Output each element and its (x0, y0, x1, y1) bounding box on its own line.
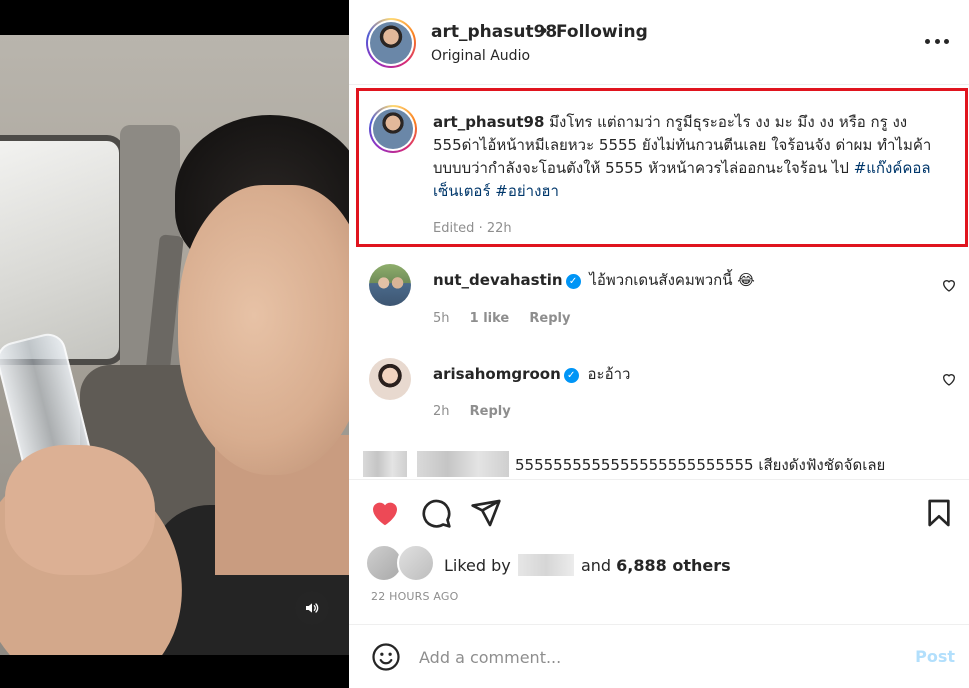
comment-like-heart-icon[interactable] (941, 371, 957, 387)
comment-text: ไอ้พวกเดนสังคมพวกนี้ 😂 (589, 271, 755, 289)
header-separator: • (539, 22, 550, 42)
video-car-window (0, 135, 125, 365)
comment-meta: 5h 1 like Reply (433, 311, 586, 326)
comment-username[interactable]: arisahomgroon (433, 365, 561, 383)
post-actions: Liked by and 6,888 others 22 HOURS AGO (349, 479, 969, 611)
post-comment-button[interactable]: Post (915, 647, 955, 666)
emoji-icon[interactable] (371, 642, 401, 672)
volume-icon (306, 603, 319, 613)
comment-username[interactable]: nut_devahastin (433, 271, 563, 289)
liker-avatar (397, 544, 435, 582)
mute-button[interactable] (295, 591, 329, 625)
meta-separator: · (478, 221, 483, 236)
caption-text: art_phasut98 มึงโทร แต่ถามว่า กรูมีธุระอ… (433, 111, 953, 203)
blurred-liker-name (517, 554, 574, 576)
add-comment-input[interactable] (419, 643, 889, 671)
comment-text: 5555555555555555555555555 เสียงดังฟังชัด… (515, 456, 886, 474)
caption-highlight-box: art_phasut98 มึงโทร แต่ถามว่า กรูมีธุระอ… (356, 88, 968, 247)
hashtag-link[interactable]: #อย่างฮา (495, 182, 559, 200)
video-hand (5, 445, 155, 575)
comment-likes[interactable]: 1 like (470, 311, 510, 326)
following-button[interactable]: Following (556, 22, 648, 42)
post-media[interactable] (0, 0, 349, 688)
liked-by-and: and (580, 556, 612, 575)
save-icon[interactable] (923, 497, 955, 529)
add-comment-bar: Post (349, 624, 969, 688)
comments-list[interactable]: art_phasut98 มึงโทร แต่ถามว่า กรูมีธุระอ… (349, 86, 969, 478)
author-avatar[interactable] (366, 18, 416, 68)
comment-like-heart-icon[interactable] (941, 277, 957, 293)
audio-link[interactable]: Original Audio (431, 48, 530, 64)
comment-text: อะอ้าว (587, 365, 631, 383)
caption-time[interactable]: 22h (487, 221, 512, 236)
liked-by-avatars[interactable] (365, 544, 439, 584)
blurred-username (417, 451, 509, 477)
liked-by-text: Liked by and 6,888 others (444, 554, 731, 576)
heart-icon[interactable] (369, 497, 401, 529)
verified-badge-icon: ✓ (563, 368, 579, 383)
comment-avatar[interactable] (369, 358, 411, 400)
reply-button[interactable]: Reply (529, 311, 570, 326)
post-side-panel: art_phasut98 • Following Original Audio … (349, 0, 969, 688)
video-face (178, 185, 349, 475)
comment-item-partial: 5555555555555555555555555 เสียงดังฟังชัด… (363, 451, 969, 478)
blurred-avatar (363, 451, 407, 477)
comment-time[interactable]: 2h (433, 404, 450, 419)
comment-icon[interactable] (420, 497, 452, 529)
post-header: art_phasut98 • Following Original Audio (349, 0, 969, 85)
reply-button[interactable]: Reply (470, 404, 511, 419)
liked-by-prefix: Liked by (444, 556, 511, 575)
edited-label: Edited (433, 221, 475, 236)
video-frame[interactable] (0, 35, 349, 655)
share-icon[interactable] (470, 497, 502, 529)
caption-username[interactable]: art_phasut98 (433, 113, 544, 131)
comment-body: nut_devahastin ✓ ไอ้พวกเดนสังคมพวกนี้ 😂 (433, 268, 755, 292)
post-timestamp[interactable]: 22 HOURS AGO (371, 590, 459, 603)
comment-body: arisahomgroon ✓ อะอ้าว (433, 362, 630, 386)
more-options-button[interactable] (925, 34, 949, 48)
more-icon (925, 38, 930, 44)
comment-avatar[interactable] (369, 264, 411, 306)
comment-meta: 2h Reply (433, 404, 527, 419)
verified-badge-icon: ✓ (565, 274, 581, 289)
comment-time[interactable]: 5h (433, 311, 450, 326)
caption-avatar[interactable] (369, 105, 417, 153)
likes-count-link[interactable]: 6,888 others (616, 556, 730, 575)
caption-meta: Edited · 22h (433, 221, 512, 236)
